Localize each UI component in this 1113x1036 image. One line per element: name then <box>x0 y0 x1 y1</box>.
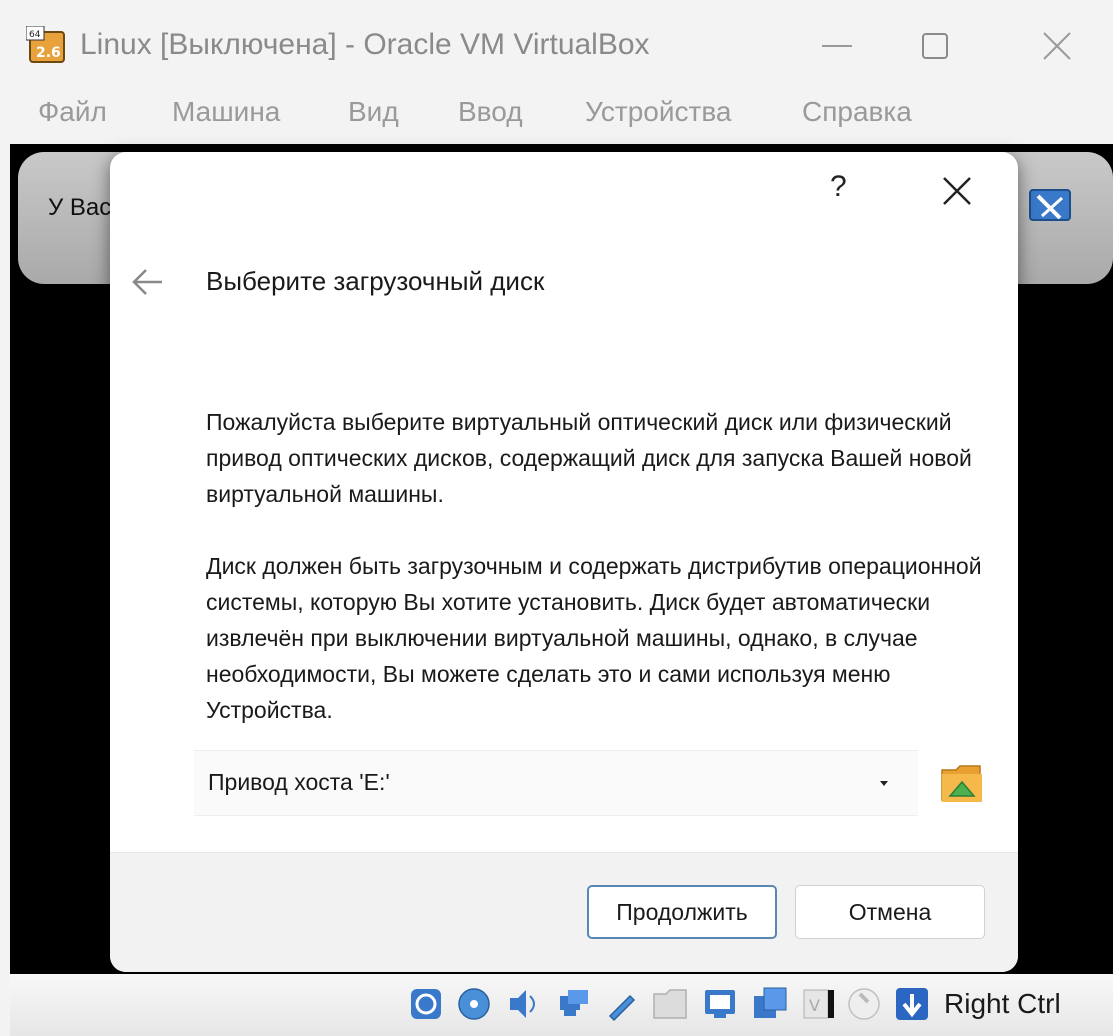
menu-machine[interactable]: Машина <box>172 96 280 128</box>
boot-disk-select[interactable]: Привод хоста 'E:' <box>194 750 918 816</box>
menu-file[interactable]: Файл <box>38 96 107 128</box>
new-vm-wizard-dialog: ? Выберите загрузочный диск Пожалуйста в… <box>110 152 1018 972</box>
close-icon <box>1043 32 1071 60</box>
cancel-button[interactable]: Отмена <box>795 885 985 939</box>
menu-bar: Файл Машина Вид Ввод Устройства Справка <box>0 90 1113 142</box>
optical-disk-icon[interactable] <box>456 986 492 1022</box>
maximize-button[interactable] <box>900 16 970 76</box>
window-close-button[interactable] <box>1022 16 1092 76</box>
continue-button[interactable]: Продолжить <box>587 885 777 939</box>
menu-devices[interactable]: Устройства <box>585 96 731 128</box>
video-capture-icon[interactable] <box>752 986 788 1022</box>
description-paragraph-1: Пожалуйста выберите виртуальный оптическ… <box>206 409 972 507</box>
maximize-icon <box>922 33 948 59</box>
window-title: Linux [Выключена] - Oracle VM VirtualBox <box>80 28 650 61</box>
back-button[interactable] <box>128 262 168 302</box>
title-bar: 64 2.6 Linux [Выключена] - Oracle VM Vir… <box>0 0 1113 90</box>
svg-text:2.6: 2.6 <box>36 45 61 61</box>
audio-icon[interactable] <box>506 986 542 1022</box>
svg-text:V: V <box>809 996 820 1015</box>
menu-input[interactable]: Ввод <box>458 96 523 128</box>
host-key-label: Right Ctrl <box>944 988 1061 1019</box>
folder-open-icon <box>941 765 982 802</box>
hard-disk-icon[interactable] <box>408 986 444 1022</box>
choose-disk-file-button[interactable] <box>940 760 986 806</box>
dialog-close-button[interactable] <box>938 172 978 212</box>
dropdown-arrow-icon <box>880 781 888 786</box>
close-icon <box>943 177 971 205</box>
menu-help[interactable]: Справка <box>802 96 912 128</box>
shared-folders-icon[interactable] <box>652 986 688 1022</box>
arrow-left-icon <box>132 269 162 295</box>
network-icon[interactable] <box>556 986 592 1022</box>
usb-icon[interactable] <box>604 986 640 1022</box>
keyboard-capture-icon[interactable] <box>894 986 930 1022</box>
display-icon[interactable] <box>702 986 738 1022</box>
dialog-footer: Продолжить Отмена <box>110 852 1018 972</box>
description-paragraph-2: Диск должен быть загрузочным и содержать… <box>206 553 982 723</box>
virtualization-icon[interactable]: V <box>800 986 836 1022</box>
mouse-integration-icon[interactable] <box>846 986 882 1022</box>
page-title: Выберите загрузочный диск <box>206 266 545 296</box>
boot-disk-select-value: Привод хоста 'E:' <box>208 769 390 795</box>
mouse-capture-icon[interactable] <box>1028 186 1074 232</box>
svg-text:64: 64 <box>29 30 41 40</box>
virtualbox-linux-icon: 64 2.6 <box>25 25 70 64</box>
vm-banner-text: У Вас <box>48 194 112 221</box>
minimize-icon <box>822 45 852 47</box>
minimize-button[interactable] <box>802 16 872 76</box>
menu-view[interactable]: Вид <box>348 96 399 128</box>
help-button[interactable]: ? <box>830 170 847 204</box>
